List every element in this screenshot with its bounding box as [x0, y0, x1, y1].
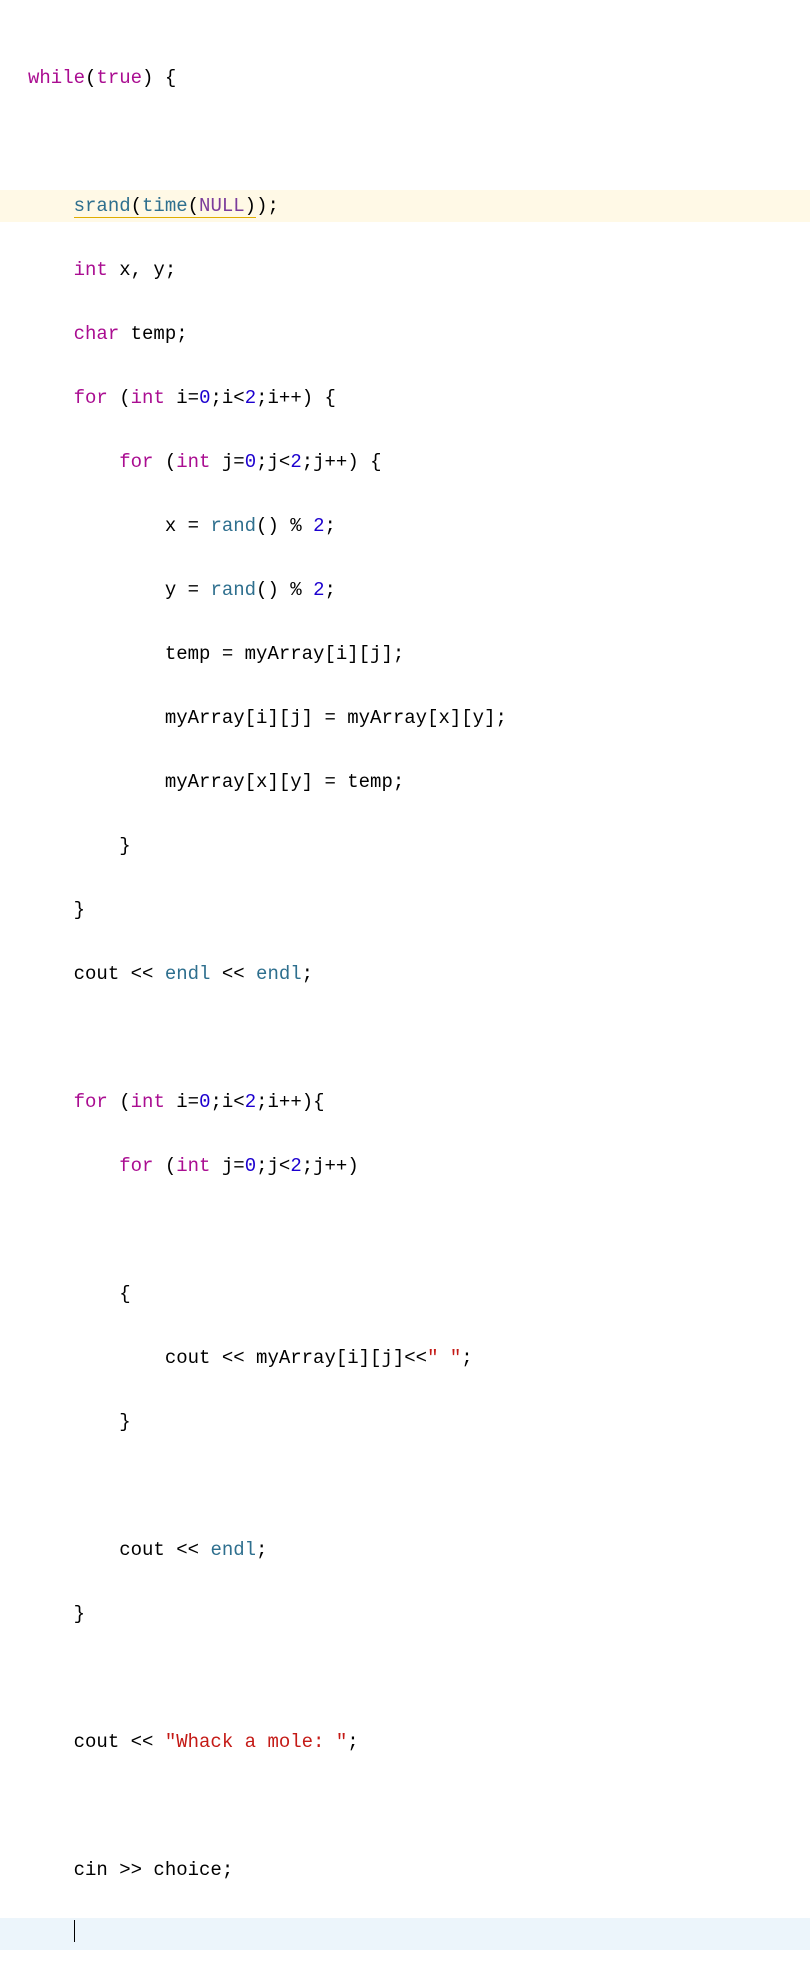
code-line	[0, 1470, 810, 1502]
text-cursor	[74, 1920, 75, 1942]
code-line: myArray[i][j] = myArray[x][y];	[0, 702, 810, 734]
code-line	[0, 126, 810, 158]
keyword-while: while	[28, 67, 85, 89]
code-line-highlighted: srand(time(NULL));	[0, 190, 810, 222]
code-line: myArray[x][y] = temp;	[0, 766, 810, 798]
code-line	[0, 1214, 810, 1246]
code-line: }	[0, 830, 810, 862]
code-line: cout << myArray[i][j]<<" ";	[0, 1342, 810, 1374]
keyword-true: true	[96, 67, 142, 89]
code-line: }	[0, 1598, 810, 1630]
code-line: cin >> choice;	[0, 1854, 810, 1886]
code-line: char temp;	[0, 318, 810, 350]
code-line: for (int i=0;i<2;i++) {	[0, 382, 810, 414]
code-line	[0, 1662, 810, 1694]
code-line: temp = myArray[i][j];	[0, 638, 810, 670]
code-editor[interactable]: while(true) { srand(time(NULL)); int x, …	[0, 0, 810, 1988]
code-line: for (int j=0;j<2;j++) {	[0, 446, 810, 478]
code-line-cursor	[0, 1918, 810, 1950]
code-line	[0, 1022, 810, 1054]
code-line: for (int j=0;j<2;j++)	[0, 1150, 810, 1182]
code-line: int x, y;	[0, 254, 810, 286]
code-line: cout << "Whack a mole: ";	[0, 1726, 810, 1758]
code-line: while(true) {	[0, 62, 810, 94]
code-line: y = rand() % 2;	[0, 574, 810, 606]
code-line	[0, 1790, 810, 1822]
code-line: for (int i=0;i<2;i++){	[0, 1086, 810, 1118]
fn-srand: srand	[74, 195, 131, 218]
code-line: }	[0, 1406, 810, 1438]
macro-null: NULL	[199, 195, 245, 218]
fn-time: time	[142, 195, 188, 218]
code-line: cout << endl;	[0, 1534, 810, 1566]
code-line: x = rand() % 2;	[0, 510, 810, 542]
code-line: {	[0, 1278, 810, 1310]
code-line: cout << endl << endl;	[0, 958, 810, 990]
code-line: }	[0, 894, 810, 926]
